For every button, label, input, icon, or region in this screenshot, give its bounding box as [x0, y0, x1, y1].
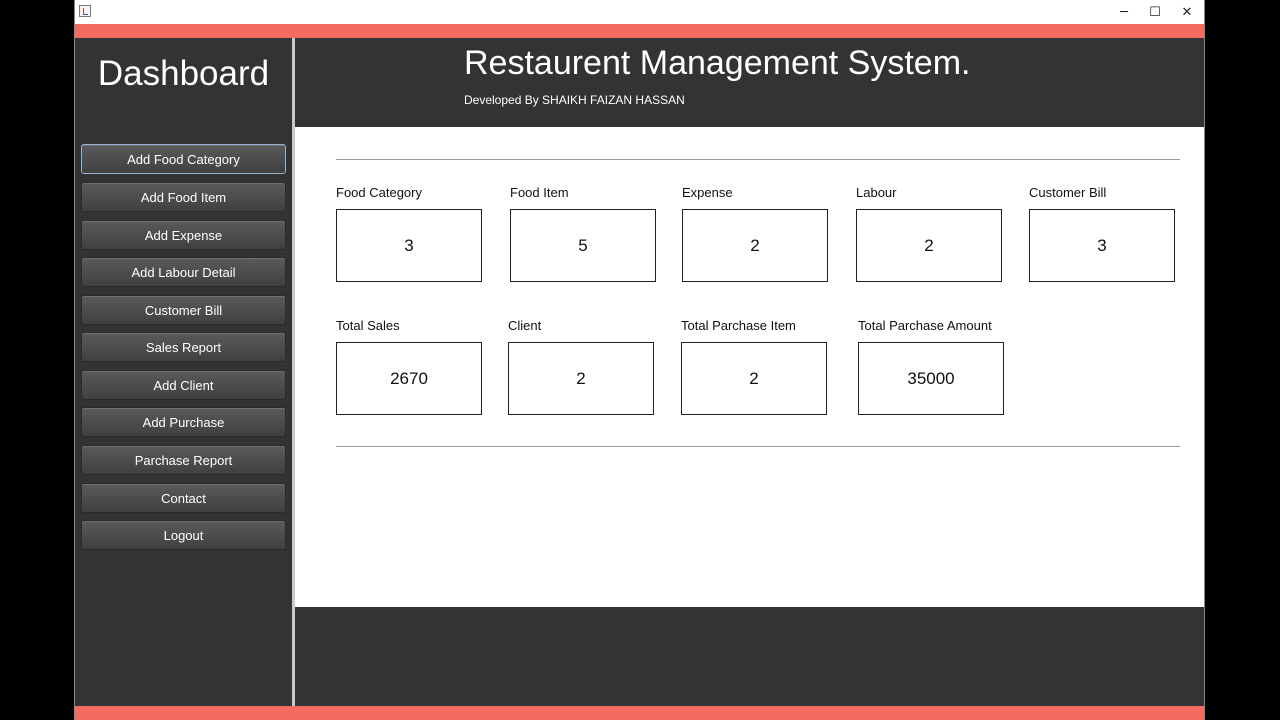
accent-bar-bottom — [75, 706, 1204, 720]
add-food-item-button[interactable]: Add Food Item — [81, 182, 286, 212]
stat-value-total-purchase-amount: 35000 — [858, 342, 1004, 415]
app-subtitle: Developed By SHAIKH FAIZAN HASSAN — [464, 93, 685, 107]
dashboard-content: Food Category 3 Food Item 5 Expense 2 La… — [295, 127, 1204, 607]
stat-label-customer-bill: Customer Bill — [1029, 185, 1107, 200]
app-window: ─ ☐ ✕ Dashboard Add Food Category Add Fo… — [74, 0, 1205, 720]
stat-value-food-item: 5 — [510, 209, 656, 282]
stat-label-labour: Labour — [856, 185, 897, 200]
stat-value-total-sales: 2670 — [336, 342, 482, 415]
sidebar: Dashboard Add Food Category Add Food Ite… — [75, 38, 292, 706]
stat-value-labour: 2 — [856, 209, 1002, 282]
stat-value-customer-bill: 3 — [1029, 209, 1175, 282]
maximize-button[interactable]: ☐ — [1139, 0, 1171, 24]
stat-label-client: Client — [508, 318, 542, 333]
stat-label-total-purchase-item: Total Parchase Item — [681, 318, 796, 333]
stat-label-total-purchase-amount: Total Parchase Amount — [858, 318, 992, 333]
top-separator — [336, 159, 1180, 160]
stat-value-client: 2 — [508, 342, 654, 415]
bottom-separator — [336, 446, 1180, 447]
customer-bill-button[interactable]: Customer Bill — [81, 295, 286, 325]
stat-label-total-sales: Total Sales — [336, 318, 400, 333]
close-button[interactable]: ✕ — [1171, 0, 1203, 24]
stat-value-food-category: 3 — [336, 209, 482, 282]
java-app-icon — [79, 5, 91, 17]
logout-button[interactable]: Logout — [81, 520, 286, 550]
add-food-category-button[interactable]: Add Food Category — [81, 144, 286, 174]
sales-report-button[interactable]: Sales Report — [81, 332, 286, 362]
app-title: Restaurent Management System. — [464, 44, 971, 82]
stat-value-expense: 2 — [682, 209, 828, 282]
purchase-report-button[interactable]: Parchase Report — [81, 445, 286, 475]
stat-value-total-purchase-item: 2 — [681, 342, 827, 415]
footer-panel — [295, 607, 1204, 706]
accent-bar-top — [75, 24, 1204, 38]
add-expense-button[interactable]: Add Expense — [81, 220, 286, 250]
header: Restaurent Management System. Developed … — [295, 38, 1204, 127]
sidebar-title: Dashboard — [97, 54, 270, 93]
stat-label-expense: Expense — [682, 185, 733, 200]
add-purchase-button[interactable]: Add Purchase — [81, 407, 286, 437]
add-client-button[interactable]: Add Client — [81, 370, 286, 400]
contact-button[interactable]: Contact — [81, 483, 286, 513]
add-labour-detail-button[interactable]: Add Labour Detail — [81, 257, 286, 287]
minimize-button[interactable]: ─ — [1108, 0, 1140, 24]
stat-label-food-item: Food Item — [510, 185, 569, 200]
title-bar: ─ ☐ ✕ — [75, 0, 1204, 24]
stat-label-food-category: Food Category — [336, 185, 422, 200]
